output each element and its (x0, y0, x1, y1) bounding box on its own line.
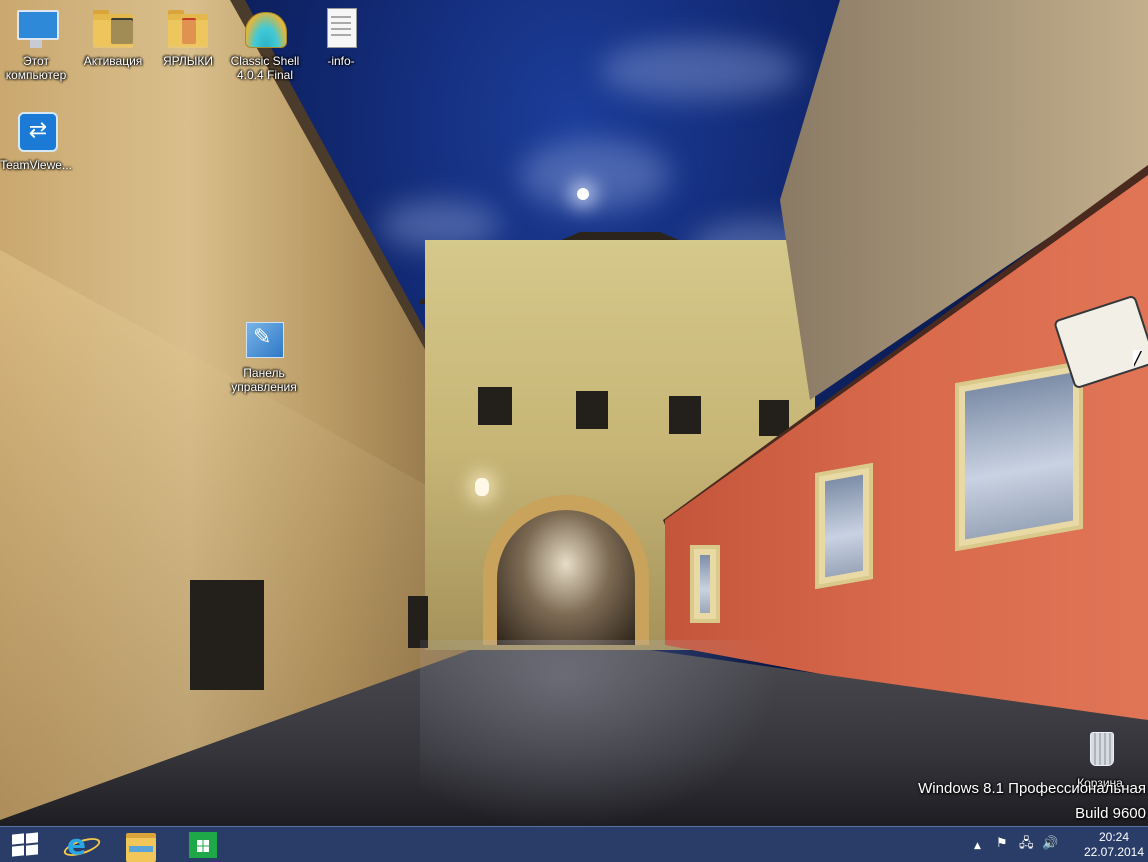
start-button[interactable] (0, 828, 50, 862)
build-number-watermark: Build 9600 (1075, 805, 1146, 822)
desktop-icon-label: -info- (327, 54, 355, 68)
desktop-wallpaper (0, 0, 1148, 826)
teamviewer-icon (14, 110, 58, 154)
desktop-icon-shortcuts[interactable]: ЯРЛЫКИ (150, 6, 226, 68)
desktop-icon-this-pc[interactable]: Этот компьютер (0, 6, 74, 82)
classic-shell-icon (243, 6, 287, 50)
desktop-icon-label: Этот компьютер (5, 54, 67, 82)
taskbar-internet-explorer[interactable]: e (55, 828, 105, 862)
windows-store-icon (189, 832, 217, 858)
taskbar-clock[interactable]: 20:24 22.07.2014 (1082, 830, 1146, 860)
folder-icon (91, 6, 135, 50)
recycle-bin-icon (1078, 728, 1122, 772)
action-center-flag-icon[interactable]: ⚑ (996, 836, 1008, 852)
windows-start-icon (12, 832, 38, 857)
folder-icon (166, 6, 210, 50)
volume-icon[interactable]: 🔊 (1042, 836, 1058, 852)
desktop-icon-teamviewer[interactable]: TeamViewe... (0, 110, 74, 172)
mouse-cursor (1133, 350, 1141, 366)
computer-icon (14, 6, 59, 50)
network-icon[interactable]: 🖧 (1019, 836, 1034, 852)
file-explorer-icon (126, 833, 156, 862)
desktop-icon-classic-shell[interactable]: Classic Shell 4.0.4 Final (227, 6, 303, 82)
desktop-icon-info[interactable]: -info- (303, 6, 379, 68)
internet-explorer-icon: e (67, 828, 86, 861)
taskbar-file-explorer[interactable] (116, 828, 166, 862)
desktop-icon-label: ЯРЛЫКИ (162, 54, 214, 68)
desktop-icon-control-panel[interactable]: Панель управления (226, 318, 302, 394)
taskbar: e ▲ ⚑ 🖧 🔊 20:24 22.07.2014 (0, 826, 1148, 862)
os-version-watermark: Windows 8.1 Профессиональная (918, 780, 1146, 797)
clock-date: 22.07.2014 (1083, 845, 1145, 859)
desktop-icon-label: Активация (83, 54, 143, 68)
desktop-icon-label: Панель управления (231, 366, 297, 394)
clock-time: 20:24 (1098, 830, 1130, 844)
taskbar-store[interactable] (178, 828, 228, 862)
show-hidden-icons-arrow-icon[interactable]: ▲ (974, 838, 981, 854)
text-document-icon (319, 6, 363, 50)
desktop-icon-label: TeamViewe... (0, 158, 72, 172)
control-panel-icon (242, 318, 286, 362)
moon (577, 188, 589, 200)
desktop-icon-label: Classic Shell 4.0.4 Final (230, 54, 300, 82)
desktop-icon-activation[interactable]: Активация (75, 6, 151, 68)
